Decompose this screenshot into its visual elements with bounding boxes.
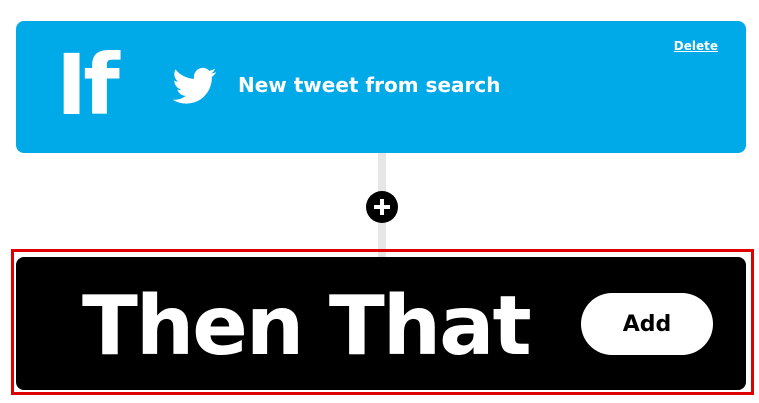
then-that-title: Then That (82, 279, 532, 374)
action-card[interactable]: Then That Add (16, 257, 746, 390)
add-step-button[interactable] (366, 191, 398, 223)
twitter-bird-icon (172, 67, 217, 105)
trigger-card: If New tweet from search Delete (16, 21, 746, 153)
trigger-title: New tweet from search (238, 73, 501, 97)
add-action-button[interactable]: Add (581, 293, 713, 355)
delete-trigger-link[interactable]: Delete (674, 39, 718, 53)
plus-circle-icon (374, 199, 390, 215)
if-keyword: If (56, 36, 120, 134)
